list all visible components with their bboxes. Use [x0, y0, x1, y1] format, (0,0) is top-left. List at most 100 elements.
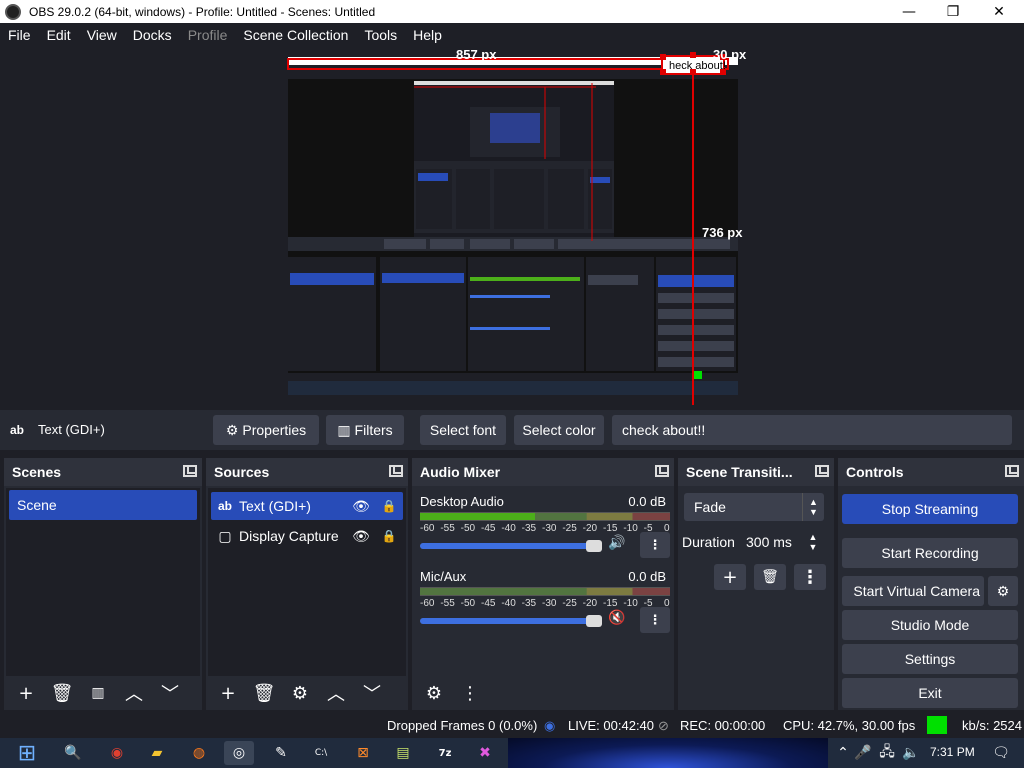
remove-transition-button[interactable]: 🗑	[754, 564, 786, 590]
start-virtual-camera-button[interactable]: Start Virtual Camera	[842, 576, 984, 606]
menu-docks[interactable]: Docks	[125, 27, 180, 43]
undock-icon[interactable]	[815, 465, 829, 477]
source-item-text-gdi[interactable]: ab Text (GDI+) 👁 🔒	[211, 492, 403, 520]
transition-menu-button[interactable]: ⋮	[794, 564, 826, 590]
stop-streaming-button[interactable]: Stop Streaming	[842, 494, 1018, 524]
meter-tick-label: -35	[521, 523, 537, 534]
mixer-menu-button[interactable]: ⋮	[454, 679, 486, 707]
desktop-wallpaper	[508, 738, 828, 768]
volume-slider[interactable]	[420, 615, 602, 627]
live-time: LIVE: 00:42:40	[568, 718, 655, 733]
meter-tick-label: -55	[440, 598, 455, 609]
spinner-arrows-icon[interactable]: ▲ ▼	[802, 528, 824, 556]
preview-canvas[interactable]: heck about! 857 px 30 px 736 px	[0, 47, 1024, 405]
menu-file[interactable]: File	[0, 27, 39, 43]
add-source-button[interactable]: +	[212, 679, 244, 707]
trash-icon: 🗑	[252, 682, 276, 704]
add-scene-button[interactable]: +	[10, 679, 42, 707]
chevron-up-icon: ︿	[125, 684, 143, 705]
file-explorer-icon[interactable]: ▰	[142, 741, 172, 765]
recording-icon: ⊘	[658, 718, 669, 733]
channel-menu-button[interactable]: ⋮	[640, 532, 670, 558]
volume-slider[interactable]	[420, 540, 602, 552]
menu-bar: File Edit View Docks Profile Scene Colle…	[0, 23, 1024, 47]
taskbar-clock[interactable]: 7:31 PM	[930, 745, 975, 759]
speaker-icon[interactable]: 🔊	[608, 535, 625, 551]
chrome-icon[interactable]: ◉	[102, 741, 132, 765]
remove-source-button[interactable]: 🗑	[248, 679, 280, 707]
menu-edit[interactable]: Edit	[39, 27, 79, 43]
menu-view[interactable]: View	[79, 27, 125, 43]
move-scene-down-button[interactable]: ﹀	[154, 679, 186, 707]
bitrate: kb/s: 2524	[962, 718, 1022, 733]
start-recording-button[interactable]: Start Recording	[842, 538, 1018, 568]
duration-input[interactable]: 300 ms ▲ ▼	[740, 528, 824, 556]
scene-filters-button[interactable]: ▥	[82, 679, 114, 707]
notifications-icon[interactable]: 🗨	[986, 741, 1016, 765]
visibility-eye-icon[interactable]: 👁	[347, 498, 375, 515]
virtual-camera-settings-button[interactable]: ⚙	[988, 576, 1018, 606]
gear-icon: ⚙	[425, 682, 443, 704]
xming-icon[interactable]: ✖	[470, 741, 500, 765]
up-down-arrows-icon: ▲ ▼	[802, 493, 824, 521]
studio-mode-button[interactable]: Studio Mode	[842, 610, 1018, 640]
meter-tick-label: -45	[481, 523, 496, 534]
filters-button[interactable]: ▥ Filters	[326, 415, 404, 445]
move-scene-up-button[interactable]: ︿	[118, 679, 150, 707]
meter-tick-label: -20	[582, 523, 598, 534]
meter-zone	[586, 588, 633, 595]
windows-taskbar: ⊞ 🔍 ◉ ▰ ◍ ◎ ✎ C:\ ⊠ ▤ 7z ✖ ⌃ 🎤 🖧 🔈 7:31 …	[0, 738, 1024, 768]
move-source-down-button[interactable]: ﹀	[356, 679, 388, 707]
xampp-icon[interactable]: ⊠	[348, 741, 378, 765]
firefox-icon[interactable]: ◍	[184, 741, 214, 765]
undock-icon[interactable]	[655, 465, 669, 477]
text-source-icon: ab	[10, 422, 25, 437]
visibility-eye-icon[interactable]: 👁	[347, 528, 375, 545]
advanced-audio-button[interactable]: ⚙	[418, 679, 450, 707]
volume-slider-handle[interactable]	[586, 540, 602, 552]
status-bar: Dropped Frames 0 (0.0%) ◉ LIVE: 00:42:40…	[0, 714, 1024, 738]
volume-icon[interactable]: 🔈	[896, 741, 926, 765]
windows-start-icon[interactable]: ⊞	[10, 741, 44, 766]
search-icon[interactable]: 🔍	[58, 741, 88, 765]
undock-icon[interactable]	[183, 465, 197, 477]
meter-tick-label: -30	[542, 598, 557, 609]
paint-icon[interactable]: ✎	[266, 741, 296, 765]
source-item-display-capture[interactable]: ▢ Display Capture 👁 🔒	[211, 522, 403, 550]
remove-scene-button[interactable]: 🗑	[46, 679, 78, 707]
lock-icon[interactable]: 🔒	[375, 499, 403, 513]
minimize-button[interactable]: —	[886, 0, 932, 23]
scene-item[interactable]: Scene	[9, 490, 197, 520]
undock-icon[interactable]	[1005, 465, 1019, 477]
maximize-button[interactable]: ❐	[930, 0, 976, 23]
channel-menu-button[interactable]: ⋮	[640, 607, 670, 633]
add-transition-button[interactable]: +	[714, 564, 746, 590]
properties-button[interactable]: ⚙ Properties	[213, 415, 319, 445]
terminal-icon[interactable]: C:\	[306, 741, 336, 765]
chevron-down-icon: ﹀	[161, 684, 179, 705]
scenes-list: Scene	[6, 488, 200, 676]
exit-button[interactable]: Exit	[842, 678, 1018, 708]
meter-zone	[632, 588, 670, 595]
source-properties-button[interactable]: ⚙	[284, 679, 316, 707]
menu-tools[interactable]: Tools	[356, 27, 405, 43]
filter-icon: ▥	[91, 685, 105, 701]
text-input[interactable]: check about!!	[612, 415, 1012, 445]
menu-scene-collection[interactable]: Scene Collection	[235, 27, 356, 43]
menu-profile[interactable]: Profile	[180, 27, 236, 43]
lock-icon[interactable]: 🔒	[375, 529, 403, 543]
select-color-button[interactable]: Select color	[514, 415, 604, 445]
transition-select[interactable]: Fade ▲ ▼	[684, 493, 824, 521]
menu-help[interactable]: Help	[405, 27, 450, 43]
settings-button[interactable]: Settings	[842, 644, 1018, 674]
move-source-up-button[interactable]: ︿	[320, 679, 352, 707]
close-button[interactable]: ✕	[976, 0, 1022, 23]
volume-slider-handle[interactable]	[586, 615, 602, 627]
meter-tick-label: -15	[603, 523, 618, 534]
undock-icon[interactable]	[389, 465, 403, 477]
obs-taskbar-icon[interactable]: ◎	[224, 741, 254, 765]
notepad-icon[interactable]: ▤	[388, 741, 418, 765]
select-font-button[interactable]: Select font	[420, 415, 506, 445]
speaker-muted-icon[interactable]: 🔇	[608, 610, 625, 626]
7zip-icon[interactable]: 7z	[430, 741, 460, 765]
